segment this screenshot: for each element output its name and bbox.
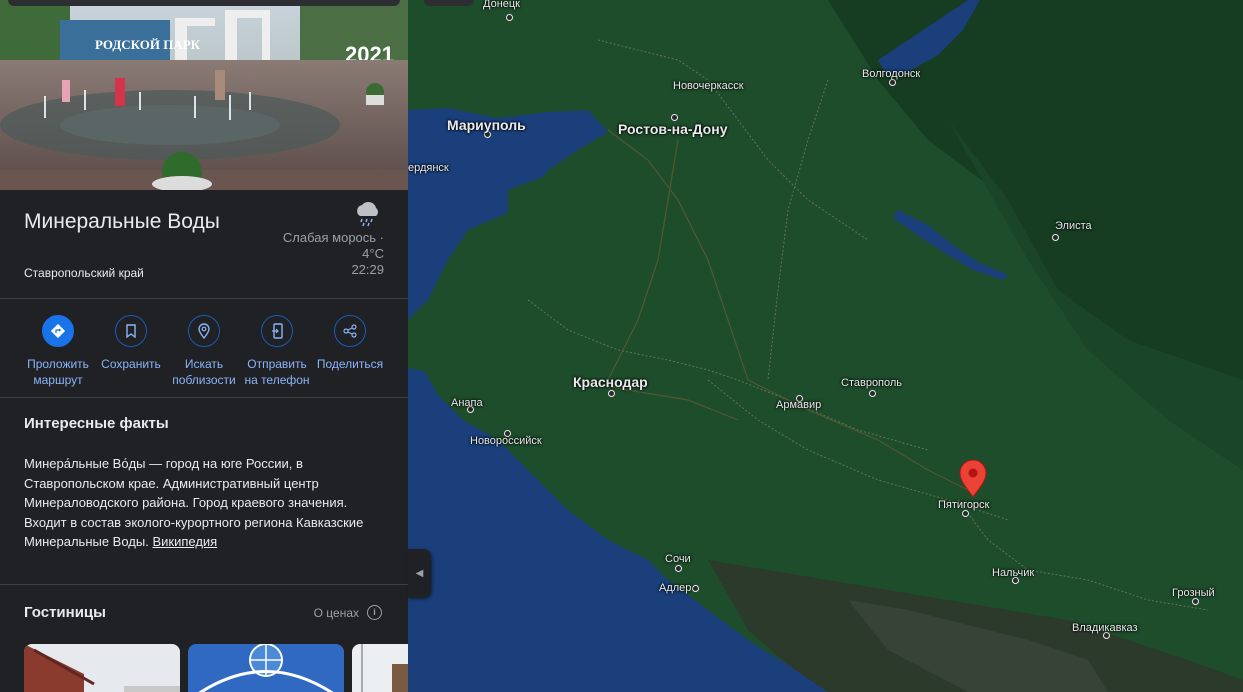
save-button[interactable]: Сохранить <box>94 314 168 372</box>
weather-condition: Слабая морось · <box>282 230 384 245</box>
city-label[interactable]: Ставрополь <box>841 377 902 389</box>
place-photo[interactable]: 2021 РОДСКОЙ ПАРК <box>0 0 408 190</box>
place-panel: 2021 РОДСКОЙ ПАРК Минеральные Воды Ставр… <box>0 0 408 692</box>
facts-section: Интересные факты Минера́льные Во́ды — го… <box>0 398 408 585</box>
share-button[interactable]: Поделиться <box>313 314 387 372</box>
city-label[interactable]: Ростов-на-Дону <box>618 121 727 137</box>
collapse-panel-button[interactable]: ◀ <box>408 549 431 598</box>
city-label[interactable]: Краснодар <box>573 374 648 390</box>
facts-text: Минера́льные Во́ды — город на юге России… <box>24 454 384 552</box>
share-label: Поделиться <box>316 357 384 371</box>
prices-label: О ценах <box>313 605 359 620</box>
city-dot <box>889 79 896 86</box>
city-dot <box>608 390 615 397</box>
drizzle-icon <box>352 200 384 228</box>
city-label[interactable]: Грозный <box>1172 587 1215 599</box>
hotel-thumbnail[interactable] <box>24 644 180 692</box>
place-region: Ставропольский край <box>24 266 144 280</box>
save-label: Сохранить <box>101 357 161 371</box>
city-label[interactable]: Элиста <box>1055 220 1092 232</box>
hotels-title: Гостиницы <box>24 604 106 621</box>
bookmark-icon <box>115 315 147 347</box>
place-header: Минеральные Воды Ставропольский край Сла… <box>0 190 408 299</box>
city-dot <box>675 565 682 572</box>
city-label[interactable]: Нальчик <box>992 567 1034 579</box>
top-overlay-fragment <box>424 0 474 6</box>
share-icon <box>334 315 366 347</box>
info-icon: i <box>367 605 382 620</box>
action-bar: Проложить маршрут Сохранить Искать побли… <box>0 299 408 398</box>
svg-text:РОДСКОЙ ПАРК: РОДСКОЙ ПАРК <box>95 37 201 52</box>
city-label[interactable]: Адлер <box>659 582 691 594</box>
city-label[interactable]: Мариуполь <box>447 117 526 133</box>
city-dot <box>506 14 513 21</box>
city-dot <box>869 390 876 397</box>
city-dot <box>692 585 699 592</box>
hotel-thumbnail[interactable] <box>188 644 344 692</box>
prices-info[interactable]: О ценах i <box>314 605 382 620</box>
city-label[interactable]: ердянск <box>408 162 449 174</box>
city-dot <box>671 114 678 121</box>
directions-label: Проложить маршрут <box>27 357 89 387</box>
wikipedia-link[interactable]: Википедия <box>152 534 217 549</box>
place-title: Минеральные Воды <box>24 210 220 233</box>
directions-icon <box>42 315 74 347</box>
hotels-section: Гостиницы О ценах i <box>0 585 408 692</box>
city-label[interactable]: Донецк <box>483 0 520 10</box>
city-label[interactable]: Волгодонск <box>862 68 920 80</box>
send-to-phone-label: Отправить на телефон <box>244 357 310 387</box>
city-label[interactable]: Новочеркасск <box>673 80 744 92</box>
send-to-phone-button[interactable]: Отправить на телефон <box>240 314 314 388</box>
city-label[interactable]: Пятигорск <box>938 499 989 511</box>
weather-temperature: 4°C <box>362 246 384 261</box>
map-canvas[interactable]: Донецк Новочеркасск Волгодонск Мариуполь… <box>408 0 1243 692</box>
nearby-label: Искать поблизости <box>172 357 236 387</box>
city-dot <box>1052 234 1059 241</box>
city-label[interactable]: Армавир <box>776 399 821 411</box>
city-label[interactable]: Анапа <box>451 397 483 409</box>
nearby-icon <box>188 315 220 347</box>
top-overlay-fragment <box>8 0 400 6</box>
weather-info: Слабая морось · 4°C 22:29 <box>224 230 384 278</box>
city-dot <box>962 510 969 517</box>
location-pin-icon[interactable] <box>958 459 988 499</box>
nearby-button[interactable]: Искать поблизости <box>167 314 241 388</box>
facts-title: Интересные факты <box>24 415 169 432</box>
chevron-left-icon: ◀ <box>415 568 424 579</box>
city-label[interactable]: Сочи <box>665 553 691 565</box>
send-to-phone-icon <box>261 315 293 347</box>
weather-time: 22:29 <box>351 262 384 277</box>
city-label[interactable]: Новороссийск <box>470 435 542 447</box>
city-dot <box>1192 598 1199 605</box>
city-label[interactable]: Владикавказ <box>1072 622 1138 634</box>
hotel-thumbnail[interactable] <box>352 644 408 692</box>
directions-button[interactable]: Проложить маршрут <box>21 314 95 388</box>
